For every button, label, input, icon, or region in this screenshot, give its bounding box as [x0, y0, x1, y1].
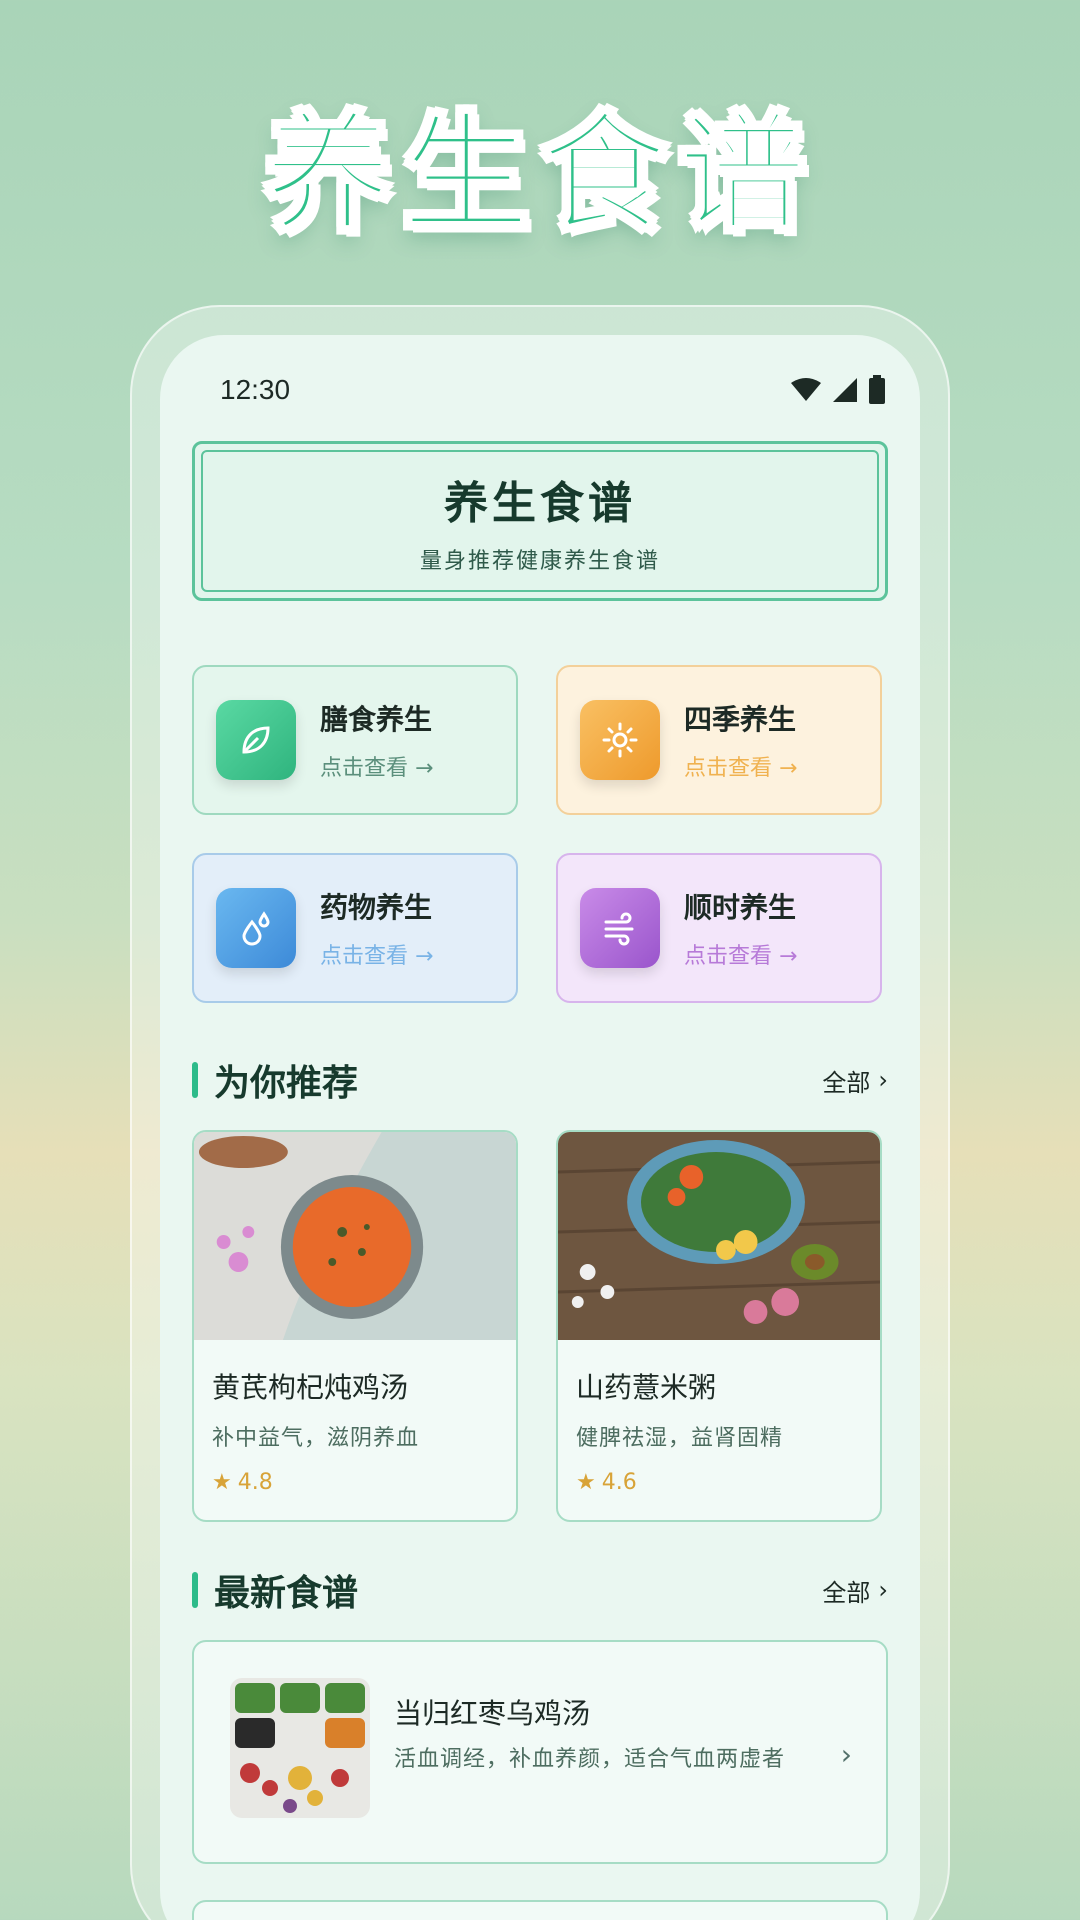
recipe-desc: 补中益气，滋阴养血 — [212, 1426, 420, 1451]
category-link[interactable]: 点击查看 → — [684, 938, 797, 970]
view-all-label: 全部 — [822, 1068, 871, 1097]
recipe-title: 黄芪枸杞炖鸡汤 — [212, 1371, 409, 1404]
rating-value: 4.8 — [237, 1470, 273, 1495]
status-bar: 12:30 — [160, 365, 920, 415]
star-icon: ★ — [576, 1470, 596, 1495]
wind-icon — [580, 888, 660, 968]
recommend-section-header: 为你推荐 全部 › — [192, 1055, 888, 1105]
category-name: 药物养生 — [320, 891, 433, 924]
category-card-medicine[interactable]: 药物养生 点击查看 → — [192, 853, 518, 1003]
category-name: 四季养生 — [684, 703, 797, 736]
recipe-photo-soup — [194, 1132, 516, 1340]
recipe-desc: 活血调经，补血养颜，适合气血两虚者 — [394, 1747, 786, 1772]
latest-recipe-item[interactable] — [192, 1900, 888, 1920]
category-card-seasons[interactable]: 四季养生 点击查看 → — [556, 665, 882, 815]
header-banner: 养生食谱 量身推荐健康养生食谱 — [192, 441, 888, 601]
header-banner-inner: 养生食谱 量身推荐健康养生食谱 — [201, 450, 879, 592]
chevron-right-icon: › — [840, 1738, 852, 1771]
recipe-rating: ★ 4.6 — [576, 1470, 880, 1495]
latest-view-all[interactable]: 全部 › — [822, 1573, 888, 1608]
recommend-title: 为你推荐 — [214, 1063, 359, 1104]
recipe-title: 当归红枣乌鸡汤 — [394, 1697, 591, 1730]
rating-value: 4.6 — [601, 1470, 637, 1495]
drops-icon — [216, 888, 296, 968]
category-link[interactable]: 点击查看 → — [320, 750, 433, 782]
status-time: 12:30 — [220, 374, 291, 405]
recipe-desc: 健脾祛湿，益肾固精 — [576, 1426, 784, 1451]
latest-recipe-item[interactable]: 当归红枣乌鸡汤 活血调经，补血养颜，适合气血两虚者 › — [192, 1640, 888, 1864]
latest-title: 最新食谱 — [214, 1573, 359, 1614]
view-all-label: 全部 — [822, 1578, 871, 1607]
status-icons — [790, 375, 886, 405]
category-card-timely[interactable]: 顺时养生 点击查看 → — [556, 853, 882, 1003]
recipe-card[interactable]: 山药薏米粥 健脾祛湿，益肾固精 ★ 4.6 — [556, 1130, 882, 1522]
recipe-card[interactable]: 黄芪枸杞炖鸡汤 补中益气，滋阴养血 ★ 4.8 — [192, 1130, 518, 1522]
recommend-view-all[interactable]: 全部 › — [822, 1063, 888, 1098]
phone-screen: 12:30 养生食谱 量身推荐健康养生食谱 膳食养生 点击查看 → 四季养生 点… — [160, 335, 920, 1920]
page-subtitle: 量身推荐健康养生食谱 — [419, 549, 660, 574]
section-accent-bar — [192, 1572, 198, 1608]
recipe-title: 山药薏米粥 — [576, 1371, 717, 1404]
latest-section-header: 最新食谱 全部 › — [192, 1565, 888, 1615]
category-card-diet[interactable]: 膳食养生 点击查看 → — [192, 665, 518, 815]
category-link[interactable]: 点击查看 → — [320, 938, 433, 970]
chevron-right-icon: › — [878, 1066, 888, 1094]
chevron-right-icon: › — [878, 1576, 888, 1604]
sun-icon — [580, 700, 660, 780]
page-title: 养生食谱 — [444, 478, 636, 529]
recipe-photo-ingredients — [230, 1678, 370, 1818]
battery-icon — [869, 375, 885, 404]
recipe-rating: ★ 4.8 — [212, 1470, 516, 1495]
cellular-signal-icon — [833, 378, 857, 402]
wifi-icon — [791, 378, 821, 401]
category-name: 顺时养生 — [684, 891, 797, 924]
recipe-photo-salad — [558, 1132, 880, 1340]
category-name: 膳食养生 — [320, 703, 433, 736]
promo-title: 养生食谱 — [262, 98, 816, 251]
category-link[interactable]: 点击查看 → — [684, 750, 797, 782]
section-accent-bar — [192, 1062, 198, 1098]
leaf-icon — [216, 700, 296, 780]
star-icon: ★ — [212, 1470, 232, 1495]
